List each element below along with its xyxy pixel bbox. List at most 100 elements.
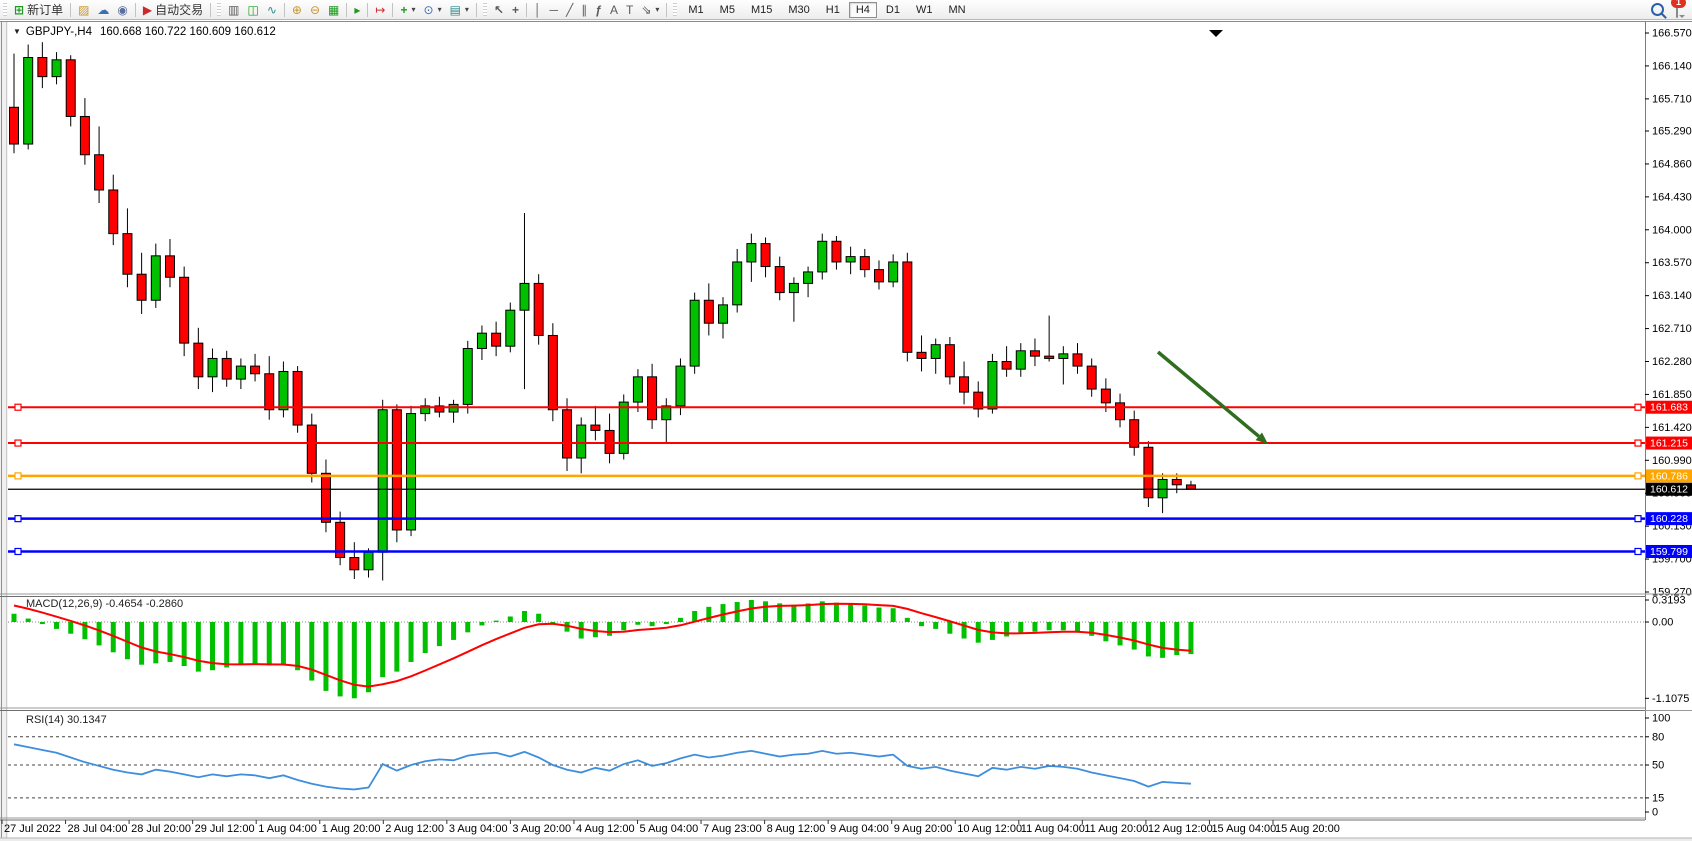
timeframe-W1[interactable]: W1 — [909, 2, 940, 18]
candle-up[interactable] — [506, 310, 515, 346]
line-handle[interactable] — [1635, 548, 1641, 554]
candle-down[interactable] — [960, 377, 969, 392]
candle-down[interactable] — [860, 257, 869, 270]
channel-tool-button[interactable]: ∥ — [577, 0, 591, 19]
line-handle[interactable] — [1635, 516, 1641, 522]
candle-down[interactable] — [165, 256, 174, 277]
line-handle[interactable] — [15, 440, 21, 446]
candle-down[interactable] — [1172, 479, 1181, 484]
line-handle[interactable] — [1635, 404, 1641, 410]
candle-up[interactable] — [747, 244, 756, 262]
candle-down[interactable] — [350, 558, 359, 570]
candle-up[interactable] — [789, 283, 798, 292]
cursor-tool-button[interactable]: ↖ — [490, 0, 508, 19]
candle-down[interactable] — [1116, 403, 1125, 420]
arrows-tool-button[interactable]: ⇘ ▾ — [637, 0, 663, 19]
timeframe-MN[interactable]: MN — [941, 2, 972, 18]
line-handle[interactable] — [15, 516, 21, 522]
candle-up[interactable] — [804, 272, 813, 283]
signals-button[interactable]: ◉ — [113, 0, 131, 19]
candle-down[interactable] — [832, 241, 841, 262]
line-handle[interactable] — [1635, 473, 1641, 479]
toolbar-grip[interactable] — [3, 3, 7, 16]
candle-up[interactable] — [1059, 354, 1068, 359]
candle-up[interactable] — [463, 348, 472, 404]
new-order-button[interactable]: ⊞ 新订单 — [10, 0, 67, 19]
toolbar-grip[interactable] — [483, 3, 487, 16]
styles-button[interactable]: ▨ — [74, 0, 93, 19]
vertical-line-tool-button[interactable]: │ — [530, 0, 546, 19]
candle-up[interactable] — [619, 402, 628, 453]
candle-down[interactable] — [265, 374, 274, 410]
candle-down[interactable] — [38, 58, 47, 77]
candle-up[interactable] — [208, 358, 217, 376]
candle-down[interactable] — [1073, 354, 1082, 366]
candle-down[interactable] — [10, 107, 19, 144]
timeframe-M5[interactable]: M5 — [713, 2, 742, 18]
candle-down[interactable] — [1087, 366, 1096, 389]
candle-up[interactable] — [846, 257, 855, 262]
publish-profile-button[interactable]: ☁ — [93, 0, 113, 19]
candle-up[interactable] — [364, 552, 373, 570]
candle-down[interactable] — [704, 300, 713, 323]
candle-up[interactable] — [577, 425, 586, 458]
candle-down[interactable] — [80, 116, 89, 154]
candle-up[interactable] — [818, 241, 827, 272]
candle-down[interactable] — [874, 270, 883, 282]
candle-down[interactable] — [1101, 389, 1110, 403]
line-handle[interactable] — [15, 473, 21, 479]
timeframe-M1[interactable]: M1 — [681, 2, 710, 18]
candle-up[interactable] — [24, 58, 33, 145]
templates-button[interactable]: ▤ ▾ — [446, 0, 473, 19]
candle-down[interactable] — [563, 410, 572, 458]
candle-up[interactable] — [988, 362, 997, 409]
candle-up[interactable] — [889, 262, 898, 282]
candle-down[interactable] — [548, 335, 557, 409]
candle-down[interactable] — [1002, 362, 1011, 370]
candle-down[interactable] — [903, 262, 912, 352]
line-handle[interactable] — [15, 404, 21, 410]
text-tool-button[interactable]: A — [606, 0, 622, 19]
candle-down[interactable] — [591, 425, 600, 430]
candlestick-chart-button[interactable]: ◫ — [244, 0, 263, 19]
candle-down[interactable] — [222, 358, 231, 379]
candle-down[interactable] — [775, 267, 784, 293]
candle-up[interactable] — [520, 283, 529, 310]
chart-canvas[interactable]: 166.570166.140165.710165.290164.860164.4… — [0, 0, 1692, 841]
collapse-triangle-icon[interactable]: ▼ — [13, 27, 21, 36]
timeframe-D1[interactable]: D1 — [879, 2, 907, 18]
candle-up[interactable] — [151, 256, 160, 300]
chart-shift-button[interactable]: ↦ — [371, 0, 389, 19]
candle-down[interactable] — [392, 410, 401, 530]
candle-down[interactable] — [492, 333, 501, 346]
periods-button[interactable]: ⊙ ▾ — [420, 0, 446, 19]
line-handle[interactable] — [15, 548, 21, 554]
candle-down[interactable] — [605, 430, 614, 453]
candle-up[interactable] — [52, 60, 61, 77]
zoom-in-button[interactable]: ⊕ — [288, 0, 306, 19]
text-label-tool-button[interactable]: T — [622, 0, 637, 19]
candle-down[interactable] — [194, 343, 203, 377]
auto-trading-button[interactable]: ▶ 自动交易 — [139, 0, 207, 19]
candle-down[interactable] — [1030, 351, 1039, 356]
timeframe-M15[interactable]: M15 — [744, 2, 779, 18]
candle-down[interactable] — [534, 283, 543, 335]
candle-down[interactable] — [137, 274, 146, 300]
candle-down[interactable] — [321, 473, 330, 522]
line-handle[interactable] — [1635, 440, 1641, 446]
candle-up[interactable] — [1016, 351, 1025, 369]
candle-down[interactable] — [945, 345, 954, 377]
candle-down[interactable] — [251, 366, 260, 374]
candle-down[interactable] — [293, 371, 302, 425]
tile-windows-button[interactable]: ▦ — [324, 0, 343, 19]
search-icon[interactable] — [1651, 3, 1664, 16]
bar-chart-button[interactable]: ▥ — [224, 0, 243, 19]
candle-down[interactable] — [1045, 356, 1054, 358]
toolbar-grip[interactable] — [673, 3, 677, 16]
candle-down[interactable] — [1144, 447, 1153, 498]
fibonacci-tool-button[interactable]: ƒ — [591, 0, 606, 19]
horizontal-line-tool-button[interactable]: ─ — [546, 0, 563, 19]
candle-up[interactable] — [378, 410, 387, 552]
zoom-out-button[interactable]: ⊖ — [306, 0, 324, 19]
timeframe-M30[interactable]: M30 — [781, 2, 816, 18]
